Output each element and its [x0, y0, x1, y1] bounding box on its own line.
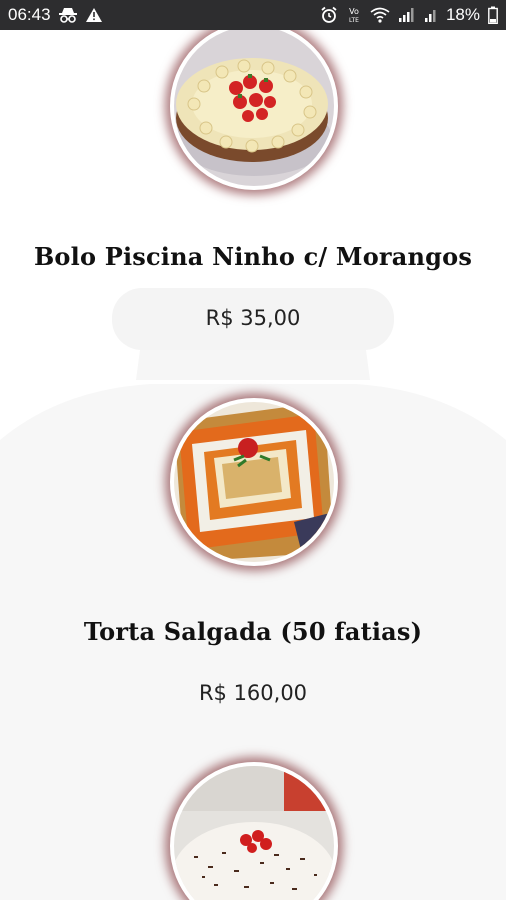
- battery-level: 18%: [445, 5, 480, 24]
- wifi-icon: [370, 7, 390, 23]
- alarm-icon: [320, 6, 338, 24]
- clock: 06:43: [8, 5, 51, 24]
- incognito-icon: [58, 7, 77, 23]
- product-name[interactable]: Torta Salgada (50 fatias): [0, 617, 506, 646]
- signal-icon: [398, 7, 416, 23]
- volte-icon: Vo LTE: [346, 6, 362, 24]
- svg-text:Vo: Vo: [349, 7, 359, 16]
- product-name[interactable]: Bolo Piscina Ninho c/ Morangos: [0, 242, 506, 271]
- savory-pie-image[interactable]: [170, 398, 338, 566]
- product-list[interactable]: Bolo Piscina Ninho c/ Morangos R$ 35,00 …: [0, 30, 506, 900]
- strawberry-cake-image[interactable]: [170, 30, 338, 190]
- battery-icon: [488, 6, 498, 24]
- product-price: R$ 160,00: [198, 681, 308, 705]
- warning-icon: [85, 7, 103, 23]
- signal-2-icon: [424, 7, 438, 23]
- status-bar: 06:43 Vo LTE 18%: [0, 0, 506, 30]
- product-price: R$ 35,00: [205, 306, 301, 330]
- chocolate-cake-image[interactable]: [170, 762, 338, 900]
- svg-text:LTE: LTE: [349, 17, 359, 24]
